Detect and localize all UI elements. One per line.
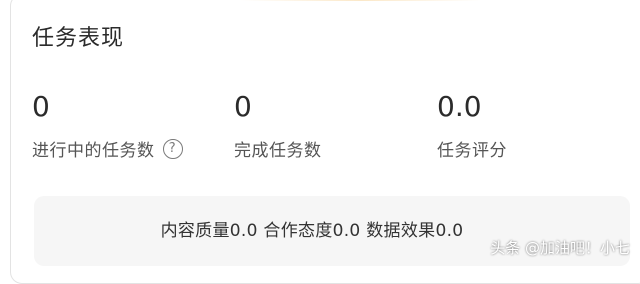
stat-label-row: 完成任务数	[234, 136, 322, 161]
stat-label: 完成任务数	[234, 136, 322, 161]
stat-value: 0	[32, 90, 183, 124]
stat-label: 进行中的任务数	[32, 136, 155, 161]
stat-label: 任务评分	[437, 136, 507, 161]
stat-label-row: 进行中的任务数 ?	[32, 136, 183, 161]
stat-value: 0	[234, 90, 322, 124]
stat-label-row: 任务评分	[437, 136, 507, 161]
card-title: 任务表现	[32, 20, 124, 52]
stat-value: 0.0	[437, 90, 507, 124]
stat-completed-tasks: 0 完成任务数	[234, 90, 322, 161]
stat-in-progress-tasks: 0 进行中的任务数 ?	[32, 90, 183, 161]
question-circle-icon[interactable]: ?	[163, 139, 183, 159]
stat-task-score: 0.0 任务评分	[437, 90, 507, 161]
top-accent-glow	[241, 0, 481, 1]
watermark: 头条 @加油吧！小七	[490, 237, 630, 258]
